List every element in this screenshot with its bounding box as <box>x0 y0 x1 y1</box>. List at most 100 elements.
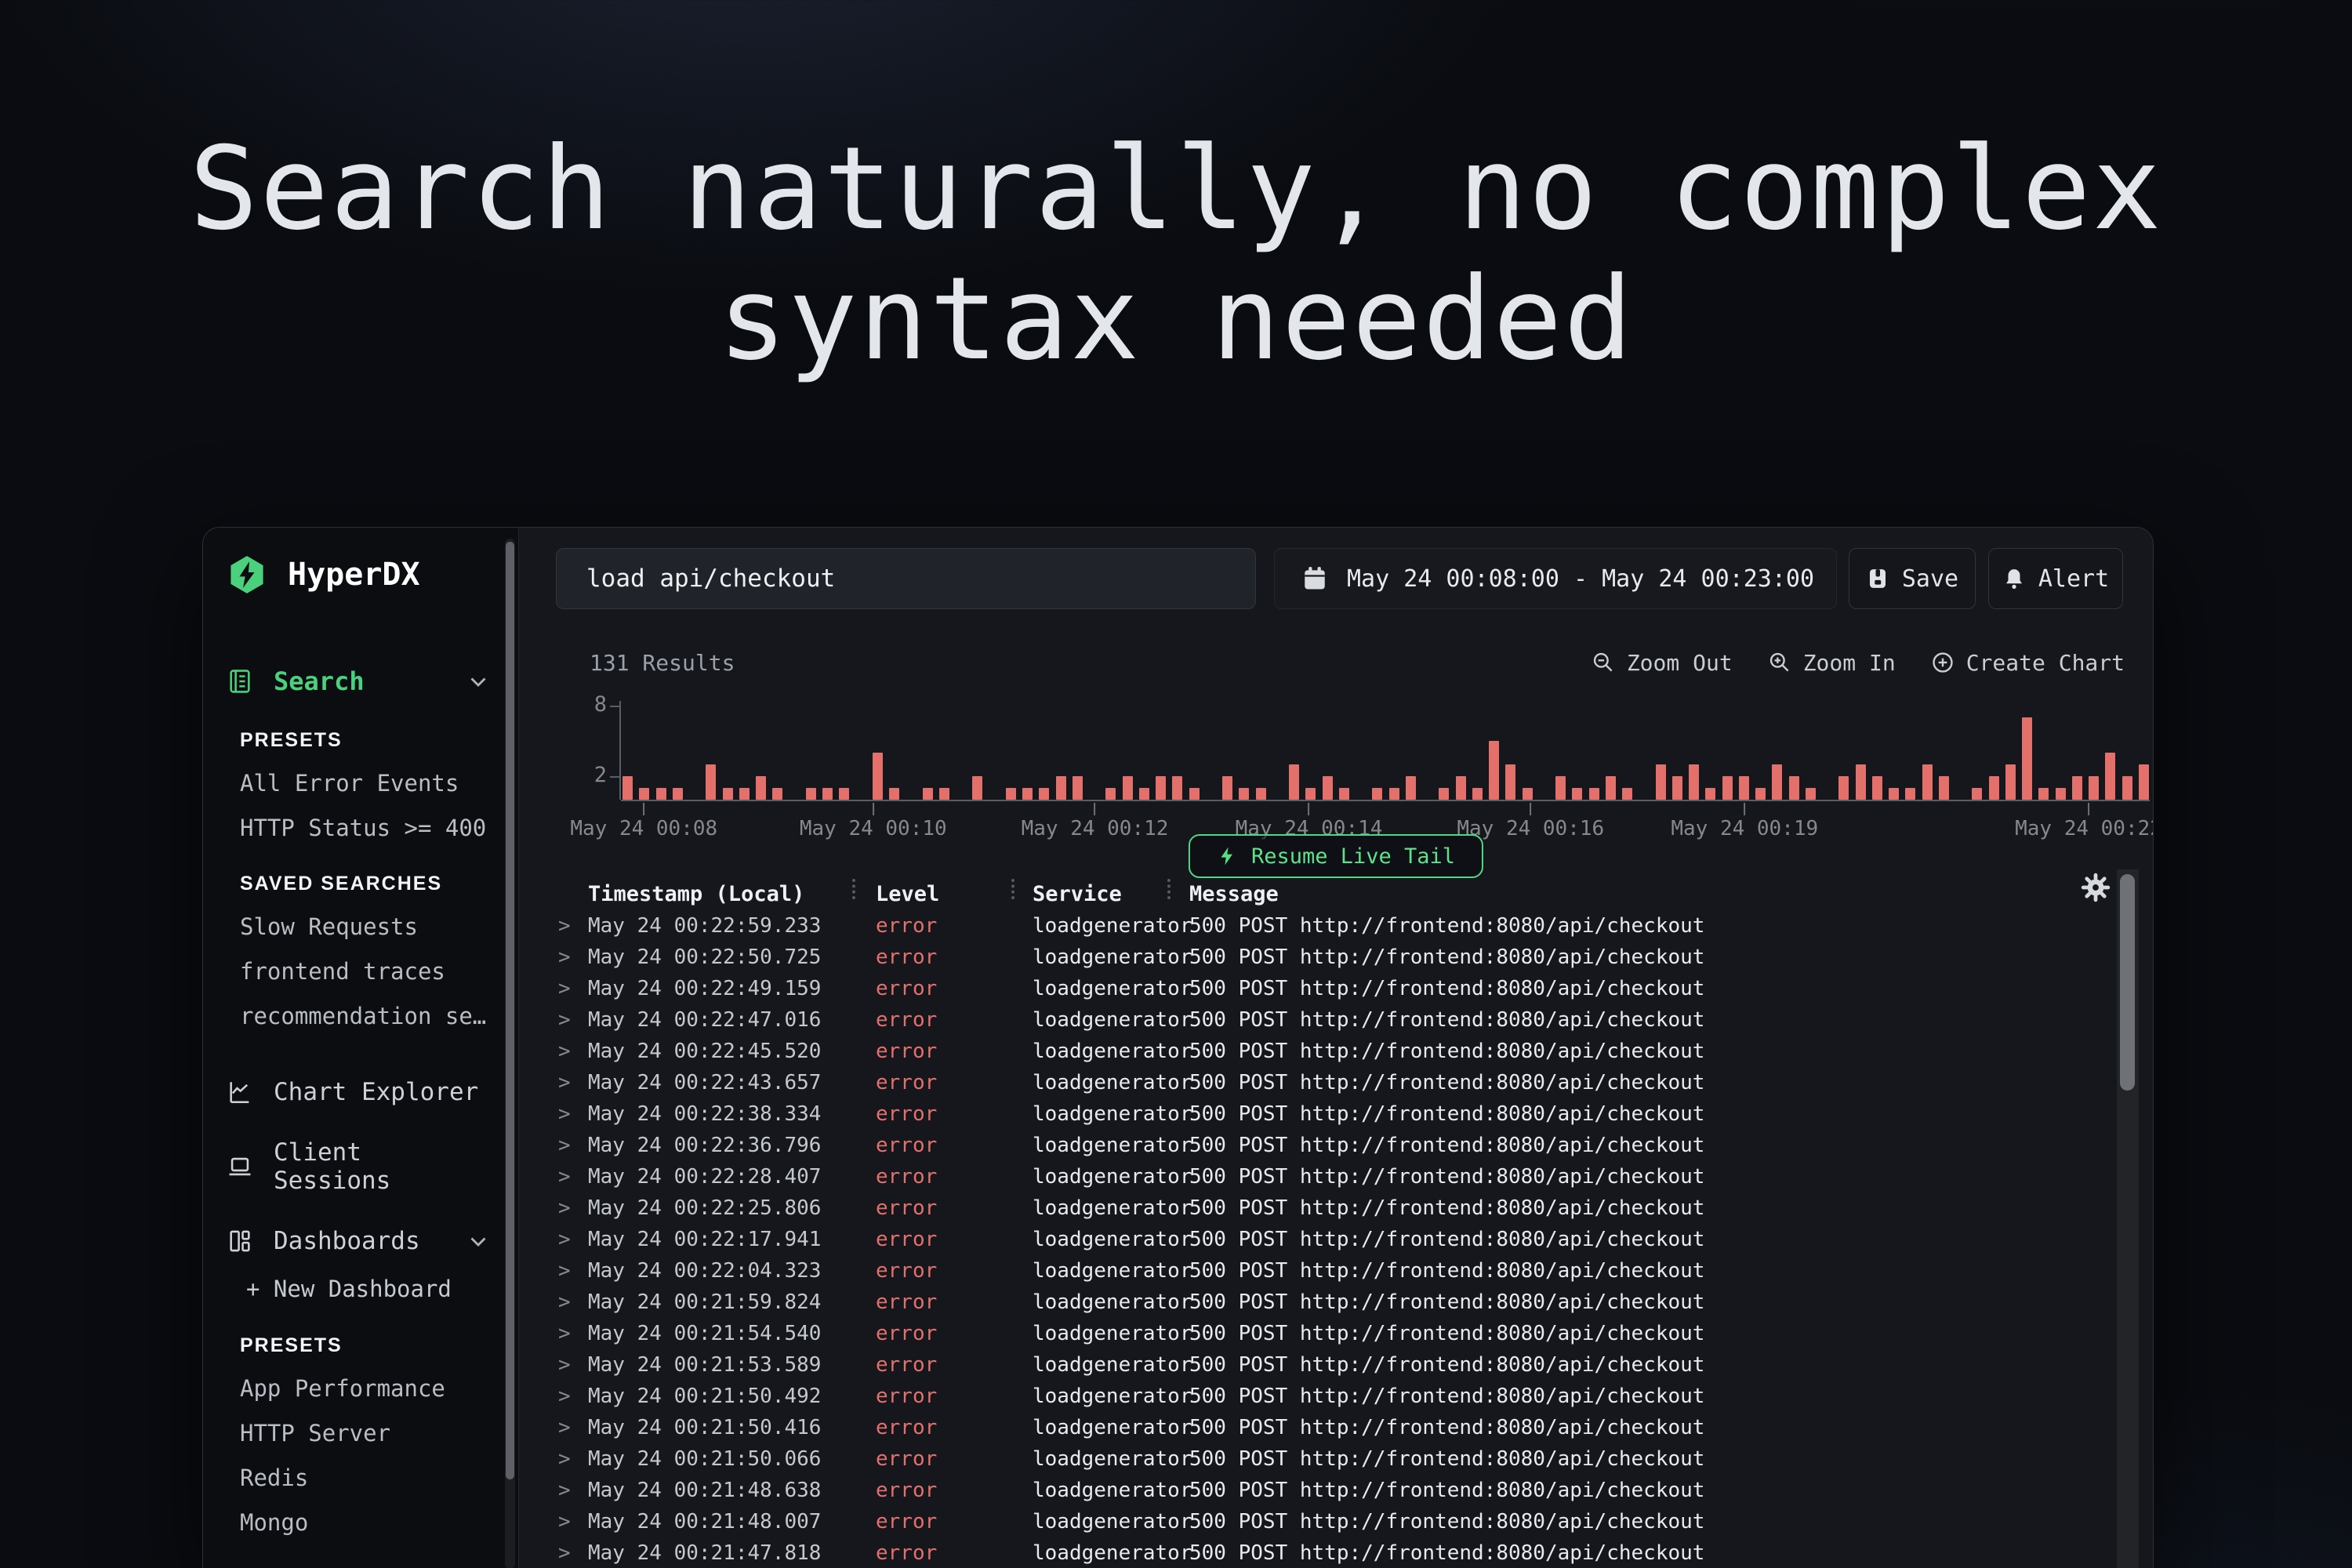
row-expander-icon[interactable]: > <box>558 1036 571 1067</box>
log-row[interactable]: >May 24 00:22:28.407errorloadgenerator50… <box>519 1161 2098 1192</box>
row-expander-icon[interactable]: > <box>558 1161 571 1192</box>
row-expander-icon[interactable]: > <box>558 973 571 1004</box>
sidebar-item-client-sessions[interactable]: Client Sessions <box>227 1145 492 1189</box>
sidebar-item-dashboard-preset[interactable]: Redis <box>240 1456 487 1501</box>
column-resize-handle[interactable] <box>852 879 855 899</box>
sidebar-item-chart-explorer[interactable]: Chart Explorer <box>227 1070 492 1114</box>
log-row[interactable]: >May 24 00:22:59.233errorloadgenerator50… <box>519 910 2098 942</box>
row-expander-icon[interactable]: > <box>558 1224 571 1255</box>
sidebar-item-saved-search[interactable]: recommendation se… <box>240 994 487 1039</box>
table-settings-gear-icon[interactable] <box>2081 873 2111 902</box>
cell-timestamp: May 24 00:21:48.007 <box>588 1506 821 1537</box>
log-row[interactable]: >May 24 00:22:17.941errorloadgenerator50… <box>519 1224 2098 1255</box>
log-row[interactable]: >May 24 00:21:54.540errorloadgenerator50… <box>519 1318 2098 1349</box>
log-row[interactable]: >May 24 00:21:48.007errorloadgenerator50… <box>519 1506 2098 1537</box>
sidebar-item-dashboard-preset[interactable]: App Performance <box>240 1367 487 1411</box>
histogram-bar <box>2072 776 2082 800</box>
log-row[interactable]: >May 24 00:21:47.818errorloadgenerator50… <box>519 1537 2098 1568</box>
log-rows: >May 24 00:22:59.233errorloadgenerator50… <box>519 910 2098 1568</box>
column-resize-handle[interactable] <box>1167 879 1171 899</box>
log-row[interactable]: >May 24 00:22:36.796errorloadgenerator50… <box>519 1130 2098 1161</box>
histogram-bar <box>673 788 683 800</box>
cell-timestamp: May 24 00:22:36.796 <box>588 1130 821 1161</box>
table-scrollbar-thumb[interactable] <box>2120 874 2135 1091</box>
column-resize-handle[interactable] <box>1011 879 1014 899</box>
row-expander-icon[interactable]: > <box>558 1098 571 1130</box>
saved-searches-header: SAVED SEARCHES <box>240 862 487 905</box>
histogram-bar <box>723 788 733 800</box>
histogram-bar <box>2122 776 2132 800</box>
chevron-down-icon[interactable] <box>465 1228 492 1254</box>
sidebar-scrollbar-thumb[interactable] <box>506 542 514 1479</box>
log-row[interactable]: >May 24 00:22:45.520errorloadgenerator50… <box>519 1036 2098 1067</box>
row-expander-icon[interactable]: > <box>558 1130 571 1161</box>
create-chart-button[interactable]: Create Chart <box>1930 650 2125 676</box>
log-row[interactable]: >May 24 00:22:38.334errorloadgenerator50… <box>519 1098 2098 1130</box>
log-row[interactable]: >May 24 00:22:47.016errorloadgenerator50… <box>519 1004 2098 1036</box>
log-row[interactable]: >May 24 00:21:59.824errorloadgenerator50… <box>519 1287 2098 1318</box>
sidebar-item-dashboard-preset[interactable]: Mongo <box>240 1501 487 1545</box>
sidebar-item-label: Chart Explorer <box>274 1078 478 1106</box>
cell-message: 500 POST http://frontend:8080/api/checko… <box>1189 1098 1704 1130</box>
row-expander-icon[interactable]: > <box>558 1255 571 1287</box>
column-header-message[interactable]: Message <box>1189 879 1279 910</box>
resume-live-tail-button[interactable]: Resume Live Tail <box>1189 834 1483 878</box>
log-row[interactable]: >May 24 00:21:50.066errorloadgenerator50… <box>519 1443 2098 1475</box>
row-expander-icon[interactable]: > <box>558 1004 571 1036</box>
row-expander-icon[interactable]: > <box>558 1537 571 1568</box>
log-row[interactable]: >May 24 00:22:25.806errorloadgenerator50… <box>519 1192 2098 1224</box>
row-expander-icon[interactable]: > <box>558 942 571 973</box>
cell-message: 500 POST http://frontend:8080/api/checko… <box>1189 973 1704 1004</box>
row-expander-icon[interactable]: > <box>558 1381 571 1412</box>
sidebar-item-saved-search[interactable]: Slow Requests <box>240 905 487 949</box>
row-expander-icon[interactable]: > <box>558 1506 571 1537</box>
sidebar-item-dashboards[interactable]: Dashboards <box>227 1219 492 1263</box>
sidebar-item-preset[interactable]: HTTP Status >= 400 <box>240 806 487 851</box>
log-row[interactable]: >May 24 00:21:53.589errorloadgenerator50… <box>519 1349 2098 1381</box>
row-expander-icon[interactable]: > <box>558 1192 571 1224</box>
sidebar-item-search[interactable]: Search <box>227 659 492 703</box>
zoom-out-button[interactable]: Zoom Out <box>1591 650 1733 676</box>
brand[interactable]: HyperDX <box>227 553 420 597</box>
histogram-bar <box>1606 776 1616 800</box>
histogram-bar <box>1389 788 1399 800</box>
x-tick-label: May 24 00:22 <box>2015 817 2154 840</box>
row-expander-icon[interactable]: > <box>558 1443 571 1475</box>
row-expander-icon[interactable]: > <box>558 1475 571 1506</box>
zoom-in-button[interactable]: Zoom In <box>1767 650 1896 676</box>
log-row[interactable]: >May 24 00:22:04.323errorloadgenerator50… <box>519 1255 2098 1287</box>
create-chart-label: Create Chart <box>1966 650 2125 676</box>
log-row[interactable]: >May 24 00:22:49.159errorloadgenerator50… <box>519 973 2098 1004</box>
sidebar-item-dashboard-preset[interactable]: HTTP Server <box>240 1411 487 1456</box>
search-input[interactable] <box>556 548 1256 609</box>
date-range-picker[interactable]: May 24 00:08:00 - May 24 00:23:00 <box>1274 548 1837 609</box>
column-header-timestamp[interactable]: Timestamp (Local) <box>588 879 804 910</box>
histogram-bar <box>1555 776 1566 800</box>
histogram-bar <box>939 788 949 800</box>
save-button[interactable]: Save <box>1849 548 1976 609</box>
table-scrollbar[interactable] <box>2117 869 2139 1568</box>
row-expander-icon[interactable]: > <box>558 1412 571 1443</box>
row-expander-icon[interactable]: > <box>558 1067 571 1098</box>
log-row[interactable]: >May 24 00:21:50.416errorloadgenerator50… <box>519 1412 2098 1443</box>
sidebar-item-saved-search[interactable]: frontend traces <box>240 949 487 994</box>
sidebar-item-preset[interactable]: All Error Events <box>240 761 487 806</box>
cell-timestamp: May 24 00:21:50.416 <box>588 1412 821 1443</box>
row-expander-icon[interactable]: > <box>558 910 571 942</box>
row-expander-icon[interactable]: > <box>558 1349 571 1381</box>
cell-level: error <box>876 1130 937 1161</box>
column-header-level[interactable]: Level <box>876 879 939 910</box>
row-expander-icon[interactable]: > <box>558 1287 571 1318</box>
column-header-service[interactable]: Service <box>1033 879 1122 910</box>
log-row[interactable]: >May 24 00:22:43.657errorloadgenerator50… <box>519 1067 2098 1098</box>
log-row[interactable]: >May 24 00:21:50.492errorloadgenerator50… <box>519 1381 2098 1412</box>
chevron-down-icon[interactable] <box>465 668 492 695</box>
cell-level: error <box>876 1318 937 1349</box>
alert-button[interactable]: Alert <box>1988 548 2123 609</box>
sidebar-scrollbar[interactable] <box>505 539 515 1568</box>
row-expander-icon[interactable]: > <box>558 1318 571 1349</box>
new-dashboard-button[interactable]: + New Dashboard <box>246 1267 452 1311</box>
log-row[interactable]: >May 24 00:22:50.725errorloadgenerator50… <box>519 942 2098 973</box>
save-label: Save <box>1902 565 1958 593</box>
log-row[interactable]: >May 24 00:21:48.638errorloadgenerator50… <box>519 1475 2098 1506</box>
